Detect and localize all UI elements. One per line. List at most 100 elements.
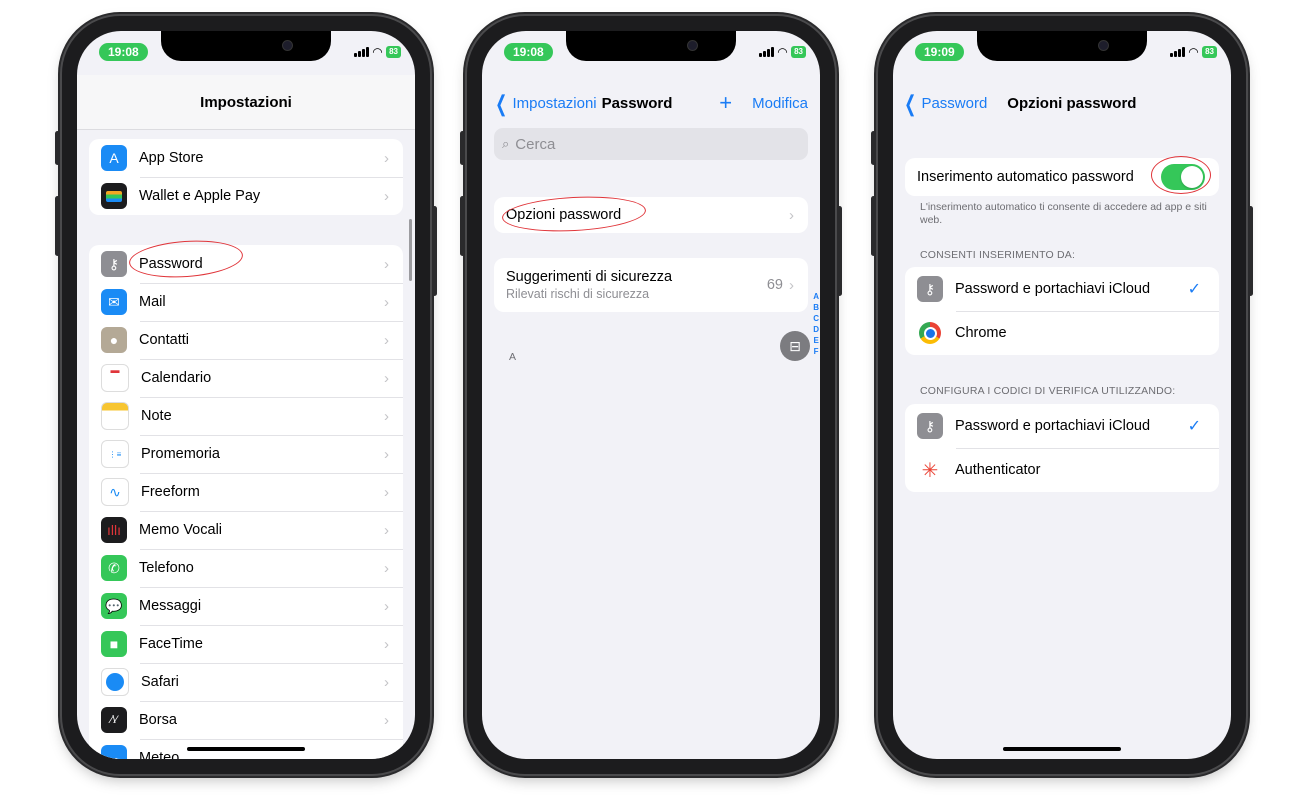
screen: 19:09 ◠ 83 ❮ Password Opzioni password I… [893, 31, 1231, 759]
chevron-right-icon: › [384, 521, 389, 539]
chevron-right-icon: › [384, 407, 389, 425]
settings-item-label: Meteo [139, 750, 180, 759]
chevron-left-icon: ❮ [904, 90, 917, 116]
settings-item-notes[interactable]: Note › [89, 397, 403, 435]
settings-item-label: Promemoria [141, 446, 220, 462]
app-store-icon: A [101, 145, 127, 171]
index-letter[interactable]: B [813, 302, 819, 313]
security-title: Suggerimenti di sicurezza [506, 269, 673, 285]
settings-group-store: A App Store › Wallet e Apple Pay › [89, 139, 403, 215]
index-letter[interactable]: E [813, 335, 819, 346]
settings-item-mail[interactable]: ✉ Mail › [89, 283, 403, 321]
settings-item-label: Password [139, 256, 203, 272]
settings-item-freeform[interactable]: ∿ Freeform › [89, 473, 403, 511]
security-count-badge: 69 [766, 277, 783, 293]
settings-item-reminders[interactable]: ⋮≡ Promemoria › [89, 435, 403, 473]
settings-item-safari[interactable]: Safari › [89, 663, 403, 701]
settings-item-label: Contatti [139, 332, 189, 348]
settings-item-voice-memos[interactable]: ıllı Memo Vocali › [89, 511, 403, 549]
chevron-right-icon: › [789, 206, 794, 224]
back-button[interactable]: ❮ Impostazioni [492, 92, 596, 114]
allow-group: ⚷ Password e portachiavi iCloud ✓ Chrome [905, 267, 1219, 355]
edit-button[interactable]: Modifica [752, 95, 808, 112]
home-indicator[interactable] [1003, 747, 1121, 751]
assistive-touch-icon[interactable]: ⊟ [780, 331, 810, 361]
codes-group: ⚷ Password e portachiavi iCloud ✓ ✳ Auth… [905, 404, 1219, 492]
phone-password-options: 19:09 ◠ 83 ❮ Password Opzioni password I… [871, 16, 1253, 774]
phone-icon: ✆ [101, 555, 127, 581]
key-icon: ⚷ [917, 413, 943, 439]
settings-group-apps: ⚷ Password › ✉ Mail › ● Contatti › ▬ Cal… [89, 245, 403, 759]
settings-item-stocks[interactable]: ⁄\⁄ Borsa › [89, 701, 403, 739]
status-time: 19:08 [99, 43, 148, 61]
index-letter[interactable]: C [813, 313, 819, 324]
settings-item-app-store[interactable]: A App Store › [89, 139, 403, 177]
chevron-right-icon: › [384, 711, 389, 729]
chevron-right-icon: › [789, 276, 794, 294]
autofill-toggle-row: Inserimento automatico password [905, 158, 1219, 196]
settings-item-label: App Store [139, 150, 204, 166]
wifi-icon: ◠ [1188, 45, 1199, 59]
signal-icon [353, 47, 369, 57]
settings-item-contacts[interactable]: ● Contatti › [89, 321, 403, 359]
index-letter[interactable]: F [813, 346, 819, 357]
nav-bar: ❮ Password Opzioni password [893, 83, 1231, 123]
settings-item-facetime[interactable]: ■ FaceTime › [89, 625, 403, 663]
search-input[interactable]: ⌕ Cerca [494, 128, 808, 160]
phone-settings: 19:08 ◠ 83 Impostazioni A App Store › Wa… [55, 16, 437, 774]
wallet-icon [101, 183, 127, 209]
password-options-item[interactable]: Opzioni password › [494, 197, 808, 233]
allow-item-chrome[interactable]: Chrome [905, 311, 1219, 355]
allow-item-label: Chrome [955, 325, 1007, 341]
nav-bar: Impostazioni [77, 75, 415, 130]
weather-icon: ☁ [101, 745, 127, 759]
alphabet-index[interactable]: A B C D E F [813, 291, 819, 357]
nav-actions: + Modifica [719, 92, 808, 114]
scroll-indicator[interactable] [409, 219, 412, 281]
settings-item-messages[interactable]: 💬 Messaggi › [89, 587, 403, 625]
wifi-icon: ◠ [777, 45, 788, 59]
key-icon: ⚷ [101, 251, 127, 277]
search-placeholder: Cerca [515, 135, 556, 153]
stocks-icon: ⁄\⁄ [101, 707, 127, 733]
signal-icon [758, 47, 774, 57]
status-time: 19:09 [915, 43, 964, 61]
autofill-group: Inserimento automatico password [905, 158, 1219, 196]
voice-memos-icon: ıllı [101, 517, 127, 543]
battery-icon: 83 [791, 46, 806, 58]
codes-item-icloud[interactable]: ⚷ Password e portachiavi iCloud ✓ [905, 404, 1219, 448]
chevron-right-icon: › [384, 483, 389, 501]
settings-item-wallet[interactable]: Wallet e Apple Pay › [89, 177, 403, 215]
chevron-right-icon: › [384, 331, 389, 349]
add-button[interactable]: + [719, 92, 732, 114]
index-letter[interactable]: A [813, 291, 819, 302]
settings-item-calendar[interactable]: ▬ Calendario › [89, 359, 403, 397]
settings-item-phone[interactable]: ✆ Telefono › [89, 549, 403, 587]
safari-icon [101, 668, 129, 696]
key-icon: ⚷ [917, 276, 943, 302]
home-indicator[interactable] [187, 747, 305, 751]
chevron-right-icon: › [384, 293, 389, 311]
chevron-right-icon: › [384, 187, 389, 205]
security-group: Suggerimenti di sicurezza Rilevati risch… [494, 258, 808, 312]
battery-icon: 83 [386, 46, 401, 58]
back-button[interactable]: ❮ Password [901, 90, 987, 116]
autofill-toggle[interactable] [1161, 164, 1205, 190]
notch [566, 31, 736, 61]
chevron-right-icon: › [384, 749, 389, 760]
index-letter[interactable]: D [813, 324, 819, 335]
checkmark-icon: ✓ [1187, 418, 1201, 435]
settings-item-password[interactable]: ⚷ Password › [89, 245, 403, 283]
settings-item-label: Freeform [141, 484, 200, 500]
reminders-icon: ⋮≡ [101, 440, 129, 468]
signal-icon [1169, 47, 1185, 57]
settings-item-label: Messaggi [139, 598, 202, 614]
screen: 19:08 ◠ 83 Impostazioni A App Store › Wa… [77, 31, 415, 759]
security-recommendations-item[interactable]: Suggerimenti di sicurezza Rilevati risch… [494, 258, 808, 312]
allow-item-icloud[interactable]: ⚷ Password e portachiavi iCloud ✓ [905, 267, 1219, 311]
settings-item-label: Wallet e Apple Pay [139, 188, 261, 204]
codes-item-authenticator[interactable]: ✳ Authenticator [905, 448, 1219, 492]
chevron-right-icon: › [384, 559, 389, 577]
chevron-right-icon: › [384, 149, 389, 167]
status-time: 19:08 [504, 43, 553, 61]
